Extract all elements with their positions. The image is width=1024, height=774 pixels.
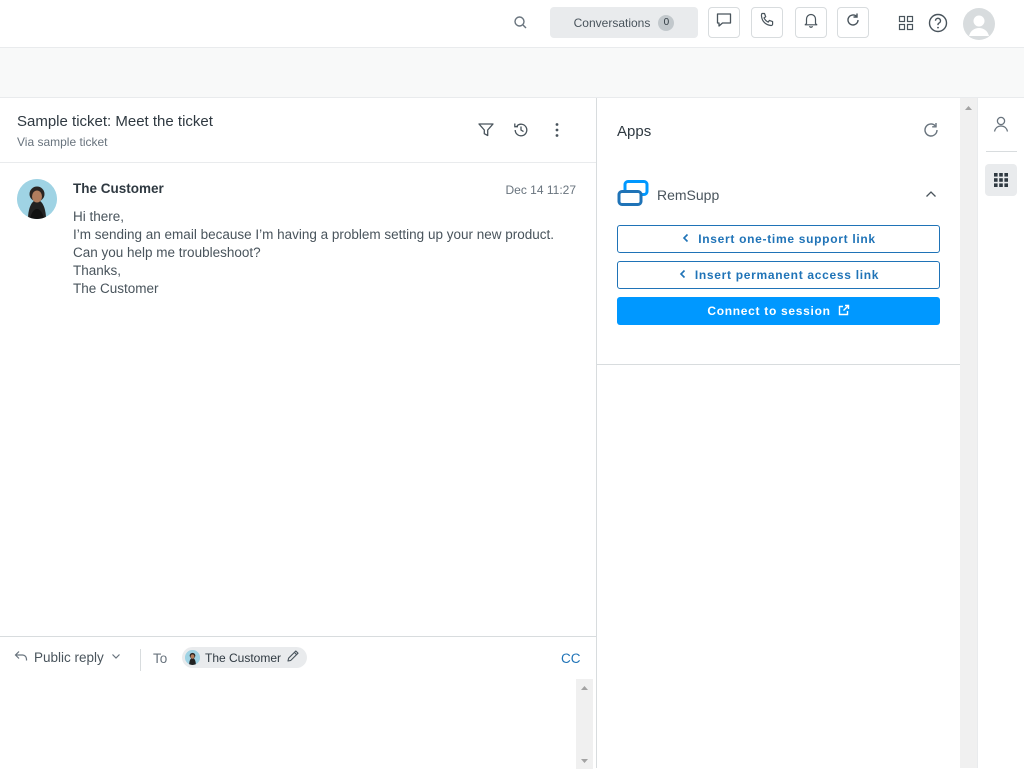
button-label: Insert permanent access link — [694, 268, 880, 282]
recipient-name: The Customer — [205, 650, 282, 665]
ticket-pane: Sample ticket: Meet the ticket Via sampl… — [0, 98, 597, 769]
reply-arrow-icon — [14, 650, 28, 665]
customer-avatar — [17, 179, 57, 219]
divider — [140, 649, 141, 671]
chat-button[interactable] — [708, 7, 740, 38]
chevron-down-icon — [110, 650, 122, 665]
message-author: The Customer — [73, 181, 164, 196]
top-header: Conversations 0 — [0, 0, 1024, 48]
recipient-chip[interactable]: The Customer — [182, 647, 308, 668]
divider — [597, 364, 960, 365]
ticket-title: Sample ticket: Meet the ticket — [17, 113, 213, 130]
insert-permanent-link-button[interactable]: Insert permanent access link — [617, 261, 940, 289]
message-line: Thanks, — [73, 263, 122, 278]
app-name: RemSupp — [657, 187, 720, 203]
message-line: Can you help me troubleshoot? — [73, 245, 261, 260]
phone-button[interactable] — [751, 7, 783, 38]
conversations-button[interactable]: Conversations 0 — [550, 7, 698, 38]
bell-icon — [802, 11, 820, 34]
reply-composer: Public reply To The Customer CC — [0, 636, 596, 769]
refresh-button[interactable] — [837, 7, 869, 38]
apps-scrollbar[interactable] — [960, 98, 977, 768]
search-icon[interactable] — [512, 14, 530, 32]
to-label: To — [153, 651, 168, 666]
external-link-icon — [838, 304, 850, 319]
ticket-header: Sample ticket: Meet the ticket Via sampl… — [0, 98, 596, 163]
remsupp-logo-icon — [617, 180, 649, 206]
divider — [986, 151, 1017, 152]
user-avatar[interactable] — [963, 8, 995, 40]
cc-link[interactable]: CC — [561, 651, 581, 666]
filter-icon[interactable] — [476, 120, 496, 140]
user-icon[interactable] — [991, 114, 1011, 134]
more-icon[interactable] — [547, 120, 567, 140]
ticket-via: Via sample ticket — [17, 135, 108, 149]
apps-grid-icon[interactable] — [985, 164, 1017, 196]
conversations-label: Conversations — [573, 15, 651, 30]
refresh-icon[interactable] — [921, 120, 941, 140]
help-icon[interactable] — [927, 12, 949, 34]
recipient-avatar — [185, 650, 200, 665]
apps-title: Apps — [617, 123, 652, 140]
refresh-icon — [844, 11, 862, 34]
message-line: Hi there, — [73, 209, 125, 224]
pencil-icon[interactable] — [286, 649, 300, 666]
message-body: Hi there, I’m sending an email because I… — [73, 208, 588, 298]
reply-type-label: Public reply — [34, 650, 104, 665]
chevron-left-icon — [681, 232, 691, 246]
tab-bar — [0, 48, 1024, 98]
insert-one-time-link-button[interactable]: Insert one-time support link — [617, 225, 940, 253]
composer-scrollbar[interactable] — [576, 679, 593, 769]
button-label: Insert one-time support link — [698, 232, 876, 246]
chevron-left-icon — [678, 268, 688, 282]
message-timestamp: Dec 14 11:27 — [505, 183, 577, 197]
message-line: I’m sending an email because I’m having … — [73, 227, 555, 242]
connect-to-session-button[interactable]: Connect to session — [617, 297, 940, 325]
phone-icon — [758, 11, 776, 34]
apps-panel: Apps RemSupp Insert one-time support lin… — [597, 98, 960, 768]
chevron-up-icon[interactable] — [923, 186, 939, 202]
history-icon[interactable] — [511, 120, 531, 140]
notifications-button[interactable] — [795, 7, 827, 38]
reply-type-dropdown[interactable]: Public reply — [14, 650, 122, 665]
context-rail — [977, 98, 1024, 768]
conversations-count-badge: 0 — [658, 14, 675, 31]
products-grid-icon[interactable] — [895, 12, 917, 34]
chat-icon — [715, 11, 733, 34]
button-label: Connect to session — [707, 304, 831, 318]
message-line: The Customer — [73, 281, 159, 296]
